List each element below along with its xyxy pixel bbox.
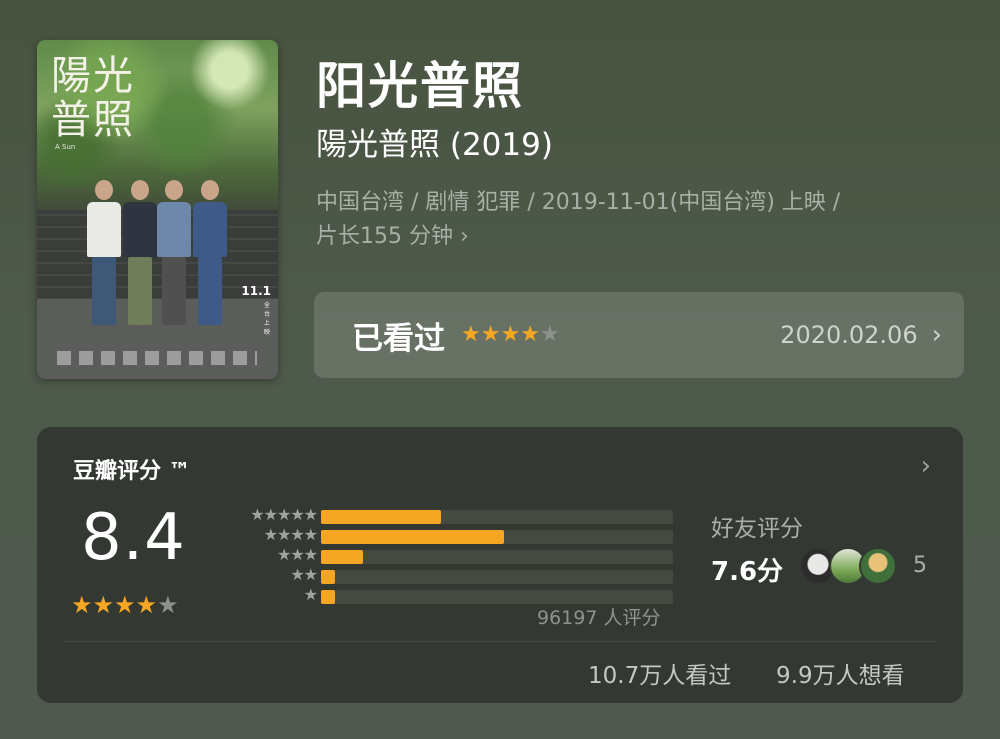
distribution-bar-fill: [321, 590, 336, 604]
star-filled-icon: ★: [114, 591, 136, 619]
distribution-bar-track: [321, 530, 673, 544]
star-filled-icon: ★: [92, 591, 115, 619]
rating-card-title: 豆瓣评分 ™: [73, 459, 191, 484]
star-filled-icon: ★: [71, 591, 93, 619]
distribution-bar-track: [321, 550, 673, 564]
watched-status-bar[interactable]: 已看过 ★ ★ ★ ★ ★ 2020.02.06 ›: [314, 292, 964, 378]
star-filled-icon: ★: [461, 322, 481, 347]
distribution-bar-track: [321, 590, 673, 604]
poster-title-line2: 普照: [51, 97, 135, 143]
distribution-bar-fill: [321, 530, 505, 544]
distribution-row: ★★: [223, 565, 683, 585]
friend-rating-label: 好友评分: [711, 516, 803, 542]
distribution-row: ★★★★★: [223, 505, 683, 525]
rating-score: 8.4: [81, 501, 186, 575]
distribution-row: ★★★: [223, 545, 683, 565]
poster-credits: [57, 351, 257, 365]
divider: [65, 641, 935, 642]
movie-meta-line1: 中国台湾 / 剧情 犯罪 / 2019-11-01(中国台湾) 上映 /: [316, 190, 841, 215]
movie-poster[interactable]: 陽光 普照 A Sun 11.1 全台上映: [37, 40, 278, 379]
distribution-bar-fill: [321, 510, 441, 524]
distribution-stars-label: ★★★★★: [250, 505, 318, 524]
distribution-stars-label: ★★★★: [263, 525, 318, 544]
distribution-stars-label: ★★★: [276, 545, 318, 564]
distribution-bar-fill: [321, 570, 336, 584]
star-filled-icon: ★: [135, 591, 158, 619]
user-rating-stars: ★ ★ ★ ★ ★: [461, 324, 560, 346]
movie-meta-line2: 片长155 分钟 ›: [316, 220, 976, 254]
chevron-right-icon: ›: [460, 224, 469, 249]
watched-label: 已看过: [352, 320, 445, 357]
movie-original-title: 陽光普照 (2019): [316, 127, 553, 163]
poster-title: 陽光 普照: [51, 54, 151, 142]
distribution-stars-label: ★: [303, 585, 318, 604]
douban-rating-card[interactable]: 豆瓣评分 ™ › 8.4 ★ ★ ★ ★ ★ ★★★★★ ★★★★ ★★★ ★★ ★ 96197…: [37, 427, 963, 703]
watched-date: 2020.02.06: [780, 321, 918, 349]
movie-meta[interactable]: 中国台湾 / 剧情 犯罪 / 2019-11-01(中国台湾) 上映 / 片长1…: [316, 186, 976, 254]
seen-count[interactable]: 10.7万人看过: [588, 656, 731, 690]
movie-runtime: 片长155 分钟: [316, 224, 453, 249]
star-empty-icon: ★: [157, 591, 179, 619]
star-empty-icon: ★: [539, 322, 560, 347]
friend-avatars[interactable]: [799, 547, 897, 585]
poster-figure: [157, 180, 191, 325]
friend-rating-score: 7.6分: [711, 557, 784, 587]
distribution-bar-track: [321, 510, 673, 524]
poster-release-date: 11.1: [241, 284, 271, 298]
distribution-bar-fill: [321, 550, 364, 564]
movie-title: 阳光普照: [316, 57, 524, 115]
distribution-stars-label: ★★: [290, 565, 318, 584]
star-filled-icon: ★: [480, 322, 501, 347]
friend-count: 5: [913, 553, 927, 578]
poster-figure: [193, 180, 227, 325]
distribution-row: ★★★★: [223, 525, 683, 545]
chevron-right-icon[interactable]: ›: [921, 451, 931, 481]
chevron-right-icon: ›: [931, 320, 942, 350]
distribution-bar-track: [321, 570, 673, 584]
star-filled-icon: ★: [500, 322, 521, 347]
poster-title-line1: 陽光: [51, 53, 135, 99]
rating-score-stars: ★ ★ ★ ★ ★: [71, 593, 179, 617]
poster-figure: [123, 180, 157, 325]
rating-count: 96197 人评分: [537, 607, 661, 629]
want-count[interactable]: 9.9万人想看: [776, 656, 905, 690]
poster-figure: [87, 180, 121, 325]
poster-release-note: 全台上映: [264, 302, 271, 336]
avatar[interactable]: [859, 547, 897, 585]
poster-subtitle: A Sun: [55, 143, 76, 151]
star-filled-icon: ★: [520, 322, 540, 347]
